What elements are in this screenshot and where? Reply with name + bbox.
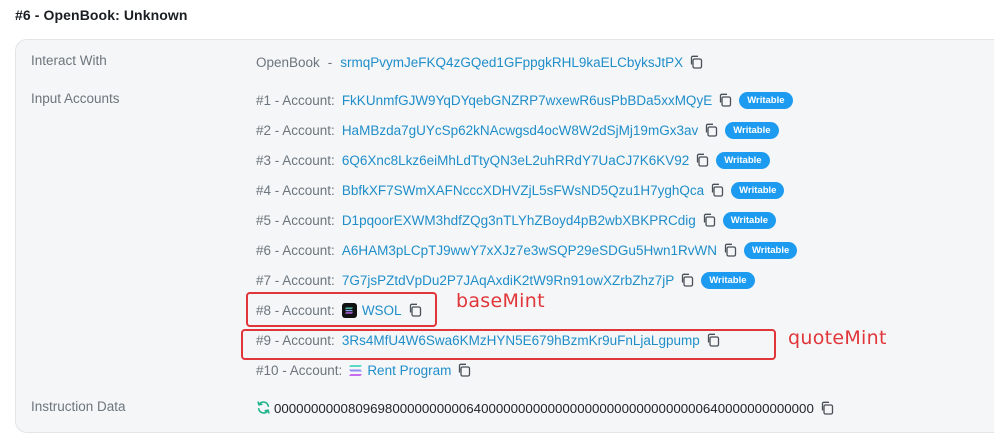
writable-badge: Writable (716, 151, 770, 169)
account-prefix: #1 - Account: (256, 92, 335, 108)
instruction-data-row: 0000000000809698000000000064000000000000… (256, 398, 835, 418)
copy-icon[interactable] (703, 122, 719, 138)
quotemint-annotation: quoteMint (788, 327, 887, 349)
account-row-2: #2 - Account: HaMBzda7gUYcSp62kNAcwgsd4o… (256, 120, 779, 140)
instruction-title: #6 - OpenBook: Unknown (15, 7, 188, 23)
account-address-link[interactable]: Rent Program (367, 363, 451, 378)
account-row-7: #7 - Account: 7G7jsPZtdVpDu2P7JAqAxdiK2t… (256, 270, 755, 290)
instruction-data-value: 0000000000809698000000000064000000000000… (274, 400, 814, 416)
account-address-link[interactable]: FkKUnmfGJW9YqDYqebGNZRP7wxewR6usPbBDa5xx… (342, 93, 712, 108)
account-row-3: #3 - Account: 6Q6Xnc8Lkz6eiMhLdTtyQN3eL2… (256, 150, 770, 170)
writable-badge: Writable (701, 271, 755, 289)
account-prefix: #5 - Account: (256, 212, 335, 228)
solana-program-icon (347, 363, 363, 378)
input-accounts-label: Input Accounts (31, 91, 120, 106)
copy-icon[interactable] (722, 242, 738, 258)
account-address-link[interactable]: A6HAM3pLCpTJ9wwY7xXJz7e3wSQP29eSDGu5Hwn1… (342, 243, 717, 258)
interact-with-row: OpenBook - srmqPvymJeFKQ4zGQed1GFppgkRHL… (256, 52, 704, 72)
basemint-annotation: baseMint (456, 290, 545, 312)
writable-badge: Writable (722, 211, 777, 229)
writable-badge: Writable (725, 121, 779, 139)
account-row-5: #5 - Account: D1pqoorEXWM3hdfZQg3nTLYhZB… (256, 210, 777, 230)
account-address-link[interactable]: 6Q6Xnc8Lkz6eiMhLdTtyQN3eL2uhRRdY7UaCJ7K6… (342, 153, 689, 168)
account-prefix: #10 - Account: (256, 362, 343, 378)
refresh-icon[interactable] (256, 400, 271, 415)
account-prefix: #3 - Account: (256, 152, 335, 168)
instruction-data-label: Instruction Data (31, 399, 126, 414)
account-prefix: #4 - Account: (256, 182, 335, 198)
copy-icon[interactable] (701, 212, 717, 228)
account-prefix: #2 - Account: (256, 122, 335, 138)
account-row-10: #10 - Account: Rent Program (256, 360, 472, 380)
interact-with-label: Interact With (31, 53, 107, 68)
copy-icon[interactable] (456, 362, 472, 378)
account-row-1: #1 - Account: FkKUnmfGJW9YqDYqebGNZRP7wx… (256, 90, 793, 110)
account-address-link[interactable]: 7G7jsPZtdVpDu2P7JAqAxdiK2tW9Rn91owXZrbZh… (342, 273, 674, 288)
program-name: OpenBook (256, 54, 320, 70)
account-address-link[interactable]: HaMBzda7gUYcSp62kNAcwgsd4ocW8W2dSjMj19mG… (342, 123, 698, 138)
account-prefix: #6 - Account: (256, 242, 335, 258)
program-address-link[interactable]: srmqPvymJeFKQ4zGQed1GFppgkRHL9kaELCbyksJ… (340, 55, 683, 70)
copy-icon[interactable] (709, 182, 725, 198)
copy-icon[interactable] (679, 272, 695, 288)
copy-icon[interactable] (688, 54, 704, 70)
basemint-highlight-box (246, 292, 437, 327)
separator: - (327, 54, 333, 70)
writable-badge: Writable (739, 91, 793, 109)
account-address-link[interactable]: D1pqoorEXWM3hdfZQg3nTLYhZBoyd4pB2wbXBKPR… (342, 213, 696, 228)
account-prefix: #7 - Account: (256, 272, 335, 288)
writable-badge: Writable (743, 241, 798, 259)
account-row-6: #6 - Account: A6HAM3pLCpTJ9wwY7xXJz7e3wS… (256, 240, 798, 260)
writable-badge: Writable (731, 181, 785, 199)
account-row-4: #4 - Account: BbfkXF7SWmXAFNcccXDHVZjL5s… (256, 180, 785, 200)
account-address-link[interactable]: BbfkXF7SWmXAFNcccXDHVZjL5sFWsND5Qzu1H7yg… (342, 183, 704, 198)
copy-icon[interactable] (819, 400, 835, 416)
quotemint-highlight-box (241, 329, 776, 360)
copy-icon[interactable] (694, 152, 710, 168)
copy-icon[interactable] (717, 92, 733, 108)
